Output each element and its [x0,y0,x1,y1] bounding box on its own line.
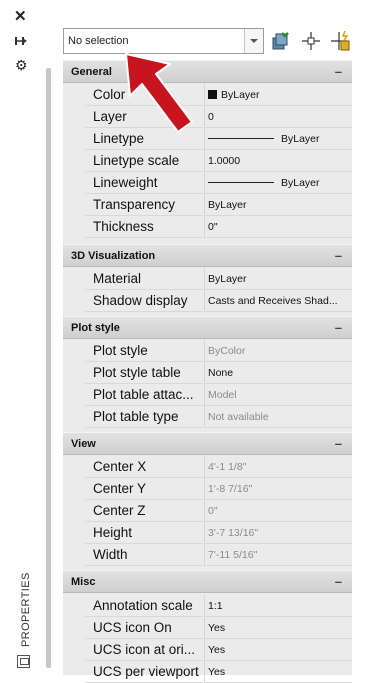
property-value: Casts and Receives Shad... [208,295,338,307]
section-general[interactable]: General – [63,60,352,83]
property-value: 7'-11 5/16" [208,549,258,561]
object-selection-dropdown[interactable]: No selection [63,28,264,54]
collapse-icon[interactable]: – [335,320,342,335]
section-plot-style[interactable]: Plot style – [63,316,352,339]
property-row-plot-table-type[interactable]: Plot table type Not available [85,406,352,428]
section-title: Plot style [71,322,120,334]
collapse-icon[interactable]: – [335,574,342,589]
property-value: 1.0000 [208,155,241,167]
color-swatch-icon [208,90,217,99]
property-row-thickness[interactable]: Thickness 0" [85,216,352,238]
pin-icon[interactable] [14,34,28,48]
property-name: Lineweight [93,175,158,190]
property-row-center-x[interactable]: Center X 4'-1 1/8" [85,456,352,478]
collapse-icon[interactable]: – [335,248,342,263]
property-name: Plot style table [93,365,181,380]
property-name: Height [93,525,133,540]
property-name: UCS icon at ori... [93,642,196,657]
collapse-icon[interactable]: – [335,64,342,79]
property-value: ByLayer [281,177,320,189]
property-value: 4'-1 1/8" [208,461,247,473]
select-objects-icon[interactable] [300,30,322,52]
property-name: UCS per viewport [93,664,199,679]
property-name: Plot table attac... [93,387,194,402]
gear-icon[interactable]: ⚙ [15,58,28,72]
property-row-shadow-display[interactable]: Shadow display Casts and Receives Shad..… [85,290,352,312]
properties-grid: General – Color ByLayer Layer 0 Linetype… [63,60,352,683]
section-title: Misc [71,576,96,588]
property-name: UCS icon On [93,620,172,635]
property-row-width[interactable]: Width 7'-11 5/16" [85,544,352,566]
property-name: Shadow display [93,293,188,308]
section-title: View [71,438,96,450]
property-row-ucs-icon-on[interactable]: UCS icon On Yes [85,617,352,639]
property-value: ByColor [208,345,246,357]
property-value: Yes [208,622,226,634]
section-title: 3D Visualization [71,250,156,262]
property-value: Model [208,389,237,401]
property-row-plot-style[interactable]: Plot style ByColor [85,340,352,362]
property-name: Width [93,547,128,562]
property-value: ByLayer [208,199,247,211]
property-name: Material [93,271,142,286]
property-name: Center X [93,459,147,474]
selection-value: No selection [68,35,129,47]
property-value: 3'-7 13/16" [208,527,259,539]
chevron-down-icon[interactable] [244,29,263,53]
red-pointer-arrow [125,53,193,133]
property-value: ByLayer [281,133,320,145]
section-title: General [71,66,112,78]
palette-title-bar: PROPERTIES [18,572,34,648]
property-row-height[interactable]: Height 3'-7 13/16" [85,522,352,544]
property-row-center-y[interactable]: Center Y 1'-8 7/16" [85,478,352,500]
property-name: Plot table type [93,409,179,424]
close-icon[interactable]: ✕ [14,9,27,24]
property-value: ByLayer [208,273,247,285]
property-name: Center Z [93,503,146,518]
palette-tool-strip: ✕ ⚙ PROPERTIES [0,0,58,675]
property-row-ucs-icon-at-origin[interactable]: UCS icon at ori... Yes [85,639,352,661]
pickadd-toggle-icon[interactable] [330,30,352,52]
property-name: Annotation scale [93,598,193,613]
section-3d-visualization[interactable]: 3D Visualization – [63,244,352,267]
property-row-plot-style-table[interactable]: Plot style table None [85,362,352,384]
property-row-plot-table-attached[interactable]: Plot table attac... Model [85,384,352,406]
property-value: 0 [208,111,214,123]
property-row-ucs-per-viewport[interactable]: UCS per viewport Yes [85,661,352,683]
property-value: Not available [208,411,269,423]
property-value: Yes [208,644,226,656]
property-name: Plot style [93,343,148,358]
properties-panel-icon[interactable] [17,655,30,668]
lineweight-preview [208,182,274,183]
property-name: Transparency [93,197,176,212]
section-misc[interactable]: Misc – [63,570,352,593]
property-row-linetype-scale[interactable]: Linetype scale 1.0000 [85,150,352,172]
property-row-lineweight[interactable]: Lineweight ByLayer [85,172,352,194]
quick-select-icon[interactable] [270,30,292,52]
property-row-annotation-scale[interactable]: Annotation scale 1:1 [85,595,352,617]
property-name: Linetype scale [93,153,180,168]
property-value: 1'-8 7/16" [208,483,253,495]
property-value: ByLayer [208,89,260,101]
linetype-preview [208,138,274,139]
section-view[interactable]: View – [63,432,352,455]
property-row-material[interactable]: Material ByLayer [85,268,352,290]
property-value: Yes [208,666,226,678]
property-value: 0" [208,505,218,517]
property-value: None [208,367,234,379]
property-value: 1:1 [208,600,223,612]
palette-scrollbar[interactable] [46,68,51,668]
property-row-center-z[interactable]: Center Z 0" [85,500,352,522]
property-row-transparency[interactable]: Transparency ByLayer [85,194,352,216]
property-value: 0" [208,221,218,233]
palette-title: PROPERTIES [20,572,32,647]
property-name: Thickness [93,219,154,234]
property-name: Center Y [93,481,147,496]
collapse-icon[interactable]: – [335,436,342,451]
